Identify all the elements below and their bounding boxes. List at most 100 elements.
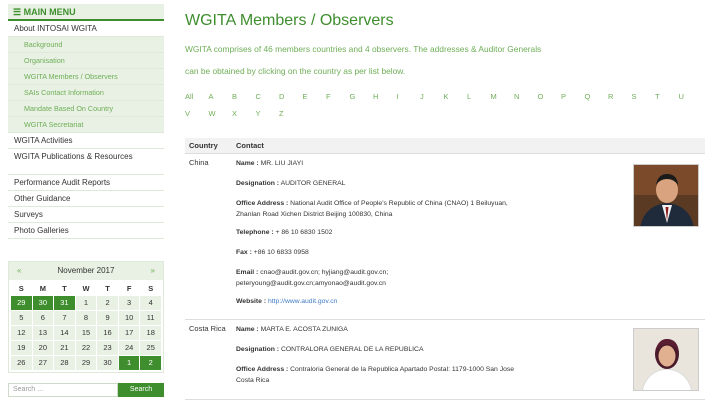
calendar-next-button[interactable]: » [151,262,155,280]
sidebar-item-wgita-activities[interactable]: WGITA Activities [8,133,164,149]
calendar-day: 22 [75,341,97,355]
sidebar-item-other-guidance[interactable]: Other Guidance [8,191,164,207]
calendar-day: 15 [75,326,97,340]
alphabet-filter-y[interactable]: Y [256,109,280,118]
sidebar-item-wgita-publications-resources[interactable]: WGITA Publications & Resources [8,149,164,175]
intro-line: WGITA comprises of 46 members countries … [185,44,542,54]
calendar-day: 12 [11,326,32,340]
calendar-weekday-label: M [39,284,46,293]
sidebar-item-about-intosai-wgita[interactable]: About INTOSAI WGITA [8,21,164,37]
designation-line: Designation : AUDITOR GENERAL [236,180,346,187]
calendar-day[interactable]: 2 [140,356,161,370]
calendar-month-label: November 2017 [57,266,115,275]
alphabet-filter-z[interactable]: Z [279,109,303,118]
alphabet-filter-a[interactable]: A [209,92,233,101]
contact-column-header: Contact [236,141,264,150]
alphabet-filter-o[interactable]: O [538,92,562,101]
alphabet-filter-c[interactable]: C [256,92,280,101]
calendar-day: 23 [97,341,118,355]
sidebar-item-wgita-members-observers[interactable]: WGITA Members / Observers [8,69,164,85]
sidebar: ☰ MAIN MENU About INTOSAI WGITA Backgroun… [8,4,164,397]
alphabet-filter-f[interactable]: F [326,92,350,101]
telephone-line: Telephone : + 86 10 6830 1502 [236,229,333,236]
calendar-day: 25 [140,341,161,355]
alphabet-filter-v[interactable]: V [185,109,209,118]
alphabet-filter-s[interactable]: S [632,92,656,101]
calendar-day[interactable]: 29 [11,296,32,310]
sidebar-item-mandate-based-on-country[interactable]: Mandate Based On Country [8,101,164,117]
alphabet-filter-w[interactable]: W [209,109,233,118]
alphabet-filter-e[interactable]: E [303,92,327,101]
portrait-man-image [634,165,698,226]
menu-icon: ☰ [13,7,22,17]
auditor-photo [633,328,699,391]
calendar-weekday-label: S [148,284,154,293]
calendar-day[interactable]: 30 [32,296,54,310]
calendar-header: « November 2017 » [9,262,163,280]
calendar-day: 24 [118,341,140,355]
sidebar-item-photo-galleries[interactable]: Photo Galleries [8,223,164,239]
calendar-grid: S M T W T F S 29 30 31 1 2 3 4 5 6 7 8 9 10 11 12 13 14 15 16 17 18… [9,280,163,372]
sidebar-item-surveys[interactable]: Surveys [8,207,164,223]
website-line: Website : http://www.audit.gov.cn [236,298,338,305]
main-menu-title: ☰ MAIN MENU [8,4,164,21]
calendar-day: 1 [75,296,97,310]
calendar-day: 21 [54,341,75,355]
alphabet-filter-n[interactable]: N [514,92,538,101]
alphabet-filter-k[interactable]: K [444,92,468,101]
website-link[interactable]: http://www.audit.gov.cn [268,298,337,305]
alphabet-filter-d[interactable]: D [279,92,303,101]
email-line: Email : cnao@audit.gov.cn; hyjiang@audit… [236,269,389,287]
calendar-day: 7 [54,311,75,325]
calendar-day: 17 [118,326,140,340]
alphabet-filter-all[interactable]: All [185,92,209,101]
alphabet-filter-p[interactable]: P [561,92,585,101]
alphabet-filter-r[interactable]: R [608,92,632,101]
alphabet-filter-u[interactable]: U [679,92,703,101]
fax-line: Fax : +86 10 6833 0958 [236,249,309,256]
sidebar-item-sais-contact-information[interactable]: SAIs Contact Information [8,85,164,101]
sidebar-item-performance-audit-reports[interactable]: Performance Audit Reports [8,175,164,191]
name-line: Name : MR. LIU JIAYI [236,160,304,167]
calendar-day: 11 [140,311,161,325]
calendar-day: 10 [118,311,140,325]
main-content: WGITA Members / Observers WGITA comprise… [185,10,705,400]
calendar-day[interactable]: 31 [54,296,75,310]
country-link[interactable]: Costa Rica [185,320,236,399]
alphabet-filter-b[interactable]: B [232,92,256,101]
sidebar-item-background[interactable]: Background [8,37,164,53]
calendar-day: 8 [75,311,97,325]
auditor-photo [633,164,699,227]
calendar-day: 5 [11,311,32,325]
alphabet-filter-x[interactable]: X [232,109,256,118]
country-link[interactable]: China [185,154,236,319]
calendar-day: 18 [140,326,161,340]
alphabet-filter-g[interactable]: G [350,92,374,101]
alphabet-filter-t[interactable]: T [655,92,679,101]
calendar-day: 26 [11,356,32,370]
members-table: Country Contact China Name : MR. LIU JIA… [185,138,705,400]
search-input[interactable]: Search ... [8,383,118,397]
calendar-weekday-label: T [62,284,67,293]
sidebar-item-organisation[interactable]: Organisation [8,53,164,69]
calendar-day: 4 [140,296,161,310]
country-column-header: Country [189,141,218,150]
alphabet-filter-q[interactable]: Q [585,92,609,101]
calendar-weekday-label: W [82,284,90,293]
alphabet-filter-m[interactable]: M [491,92,515,101]
calendar-prev-button[interactable]: « [17,262,21,280]
alphabet-filter-i[interactable]: I [397,92,421,101]
search-button[interactable]: Search [118,383,164,397]
alphabet-filter-j[interactable]: J [420,92,444,101]
calendar-day: 30 [97,356,118,370]
sidebar-item-wgita-secretariat[interactable]: WGITA Secretariat [8,117,164,133]
calendar-weekday-label: F [126,284,132,293]
table-header: Country Contact [185,138,705,154]
calendar-day: 3 [118,296,140,310]
calendar-day: 27 [32,356,54,370]
main-menu-list: About INTOSAI WGITA Background Organisatio… [8,21,164,239]
calendar-day: 14 [54,326,75,340]
calendar-day[interactable]: 1 [118,356,140,370]
alphabet-filter-h[interactable]: H [373,92,397,101]
alphabet-filter-l[interactable]: L [467,92,491,101]
